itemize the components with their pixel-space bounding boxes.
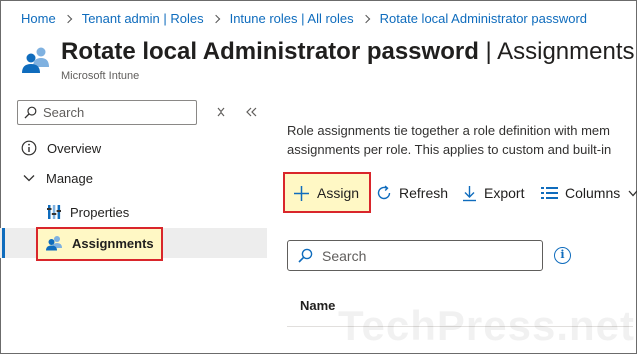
- sidebar-item-label: Manage: [46, 170, 93, 186]
- sidebar-item-label: Overview: [47, 140, 102, 156]
- sidebar-item-manage[interactable]: Manage: [0, 163, 267, 193]
- columns-button-label: Columns: [565, 185, 621, 201]
- collapse-sidebar-icon[interactable]: [246, 107, 257, 117]
- columns-button[interactable]: Columns: [541, 183, 637, 203]
- sidebar-item-properties[interactable]: Properties: [0, 197, 267, 227]
- breadcrumb-intune-roles[interactable]: Intune roles | All roles: [230, 11, 354, 26]
- search-icon: [24, 106, 37, 119]
- info-icon[interactable]: i: [554, 247, 571, 264]
- breadcrumb-home[interactable]: Home: [21, 11, 56, 26]
- sidebar-item-label: Assignments: [72, 235, 154, 251]
- refresh-icon: [377, 185, 391, 200]
- search-icon: [298, 248, 313, 263]
- page-title-section: Assignments: [497, 38, 635, 65]
- role-users-icon: [22, 47, 49, 73]
- assign-button-label: Assign: [317, 185, 360, 201]
- refresh-button-label: Refresh: [399, 185, 449, 201]
- sidebar-item-overview[interactable]: Overview: [0, 133, 267, 163]
- page-subtitle: Microsoft Intune: [61, 70, 140, 82]
- assignments-icon: [46, 236, 62, 251]
- breadcrumb-chevron-icon: [63, 14, 72, 23]
- description-line: Role assignments tie together a role def…: [287, 123, 610, 138]
- chevron-down-icon: [23, 175, 35, 182]
- assignments-search-input[interactable]: Search: [287, 240, 543, 271]
- breadcrumb-chevron-icon: [211, 14, 220, 23]
- sidebar-search-placeholder: Search: [43, 105, 85, 120]
- description-line: assignments per role. This applies to cu…: [287, 142, 612, 157]
- page-title-separator: |: [478, 38, 498, 65]
- properties-icon: [47, 205, 61, 219]
- sidebar-item-assignments-content[interactable]: Assignments: [0, 228, 267, 258]
- refresh-button[interactable]: Refresh: [376, 183, 448, 203]
- assign-button[interactable]: Assign: [293, 183, 359, 203]
- export-button[interactable]: Export: [462, 183, 524, 203]
- page-title-main: Rotate local Administrator password: [61, 38, 479, 65]
- breadcrumb-current-role[interactable]: Rotate local Administrator password: [380, 11, 587, 26]
- sidebar-search-input[interactable]: Search: [17, 100, 197, 125]
- clear-search-icon[interactable]: [216, 107, 226, 117]
- info-circle-icon: [21, 140, 37, 156]
- watermark: TechPress.net: [338, 302, 636, 349]
- sidebar-item-label: Properties: [70, 204, 130, 220]
- page-title: Rotate local Administrator password | As…: [61, 38, 635, 66]
- download-icon: [463, 185, 476, 201]
- columns-icon: [541, 187, 558, 199]
- breadcrumb: Home Tenant admin | Roles Intune roles |…: [21, 11, 587, 26]
- breadcrumb-tenant-admin-roles[interactable]: Tenant admin | Roles: [82, 11, 204, 26]
- add-icon: [294, 185, 309, 201]
- column-header-name[interactable]: Name: [300, 298, 335, 313]
- export-button-label: Export: [484, 185, 525, 201]
- breadcrumb-chevron-icon: [361, 14, 370, 23]
- chevron-down-icon: [628, 190, 637, 196]
- assignments-search-placeholder: Search: [322, 247, 367, 264]
- role-assignments-description: Role assignments tie together a role def…: [287, 121, 633, 159]
